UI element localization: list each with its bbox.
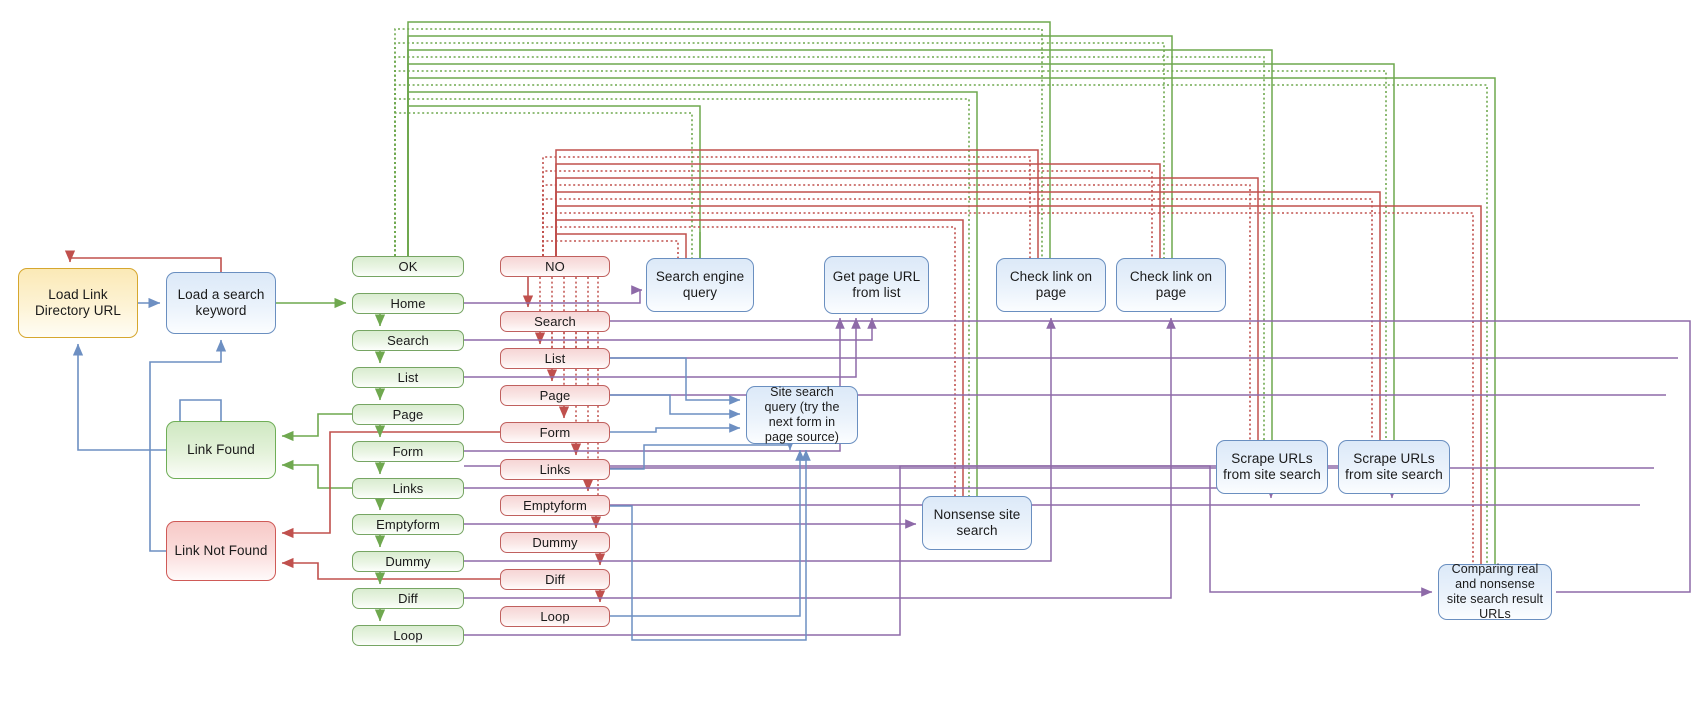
node-ok-emptyform[interactable]: Emptyform	[352, 514, 464, 535]
node-label: Nonsense site search	[933, 506, 1021, 538]
node-ok-page[interactable]: Page	[352, 404, 464, 425]
node-label: NO	[545, 258, 565, 274]
node-label: Get page URL from list	[832, 268, 921, 300]
node-label: Loop	[393, 627, 423, 643]
node-label: Home	[390, 295, 426, 311]
node-no-emptyform[interactable]: Emptyform	[500, 495, 610, 516]
node-ok-dummy[interactable]: Dummy	[352, 551, 464, 572]
node-label: Search	[387, 332, 429, 348]
node-no-dummy[interactable]: Dummy	[500, 532, 610, 553]
node-label: Emptyform	[376, 516, 440, 532]
node-label: Page	[539, 387, 571, 403]
node-nonsense-site-search[interactable]: Nonsense site search	[922, 496, 1032, 550]
node-label: Loop	[540, 608, 570, 624]
node-label: Link Found	[187, 441, 255, 457]
node-label: Site search query (try the next form in …	[764, 384, 840, 445]
node-no-form[interactable]: Form	[500, 422, 610, 443]
node-label: Diff	[398, 590, 418, 606]
node-ok-home[interactable]: Home	[352, 293, 464, 314]
flowchart-canvas: Load Link Directory URL Load a search ke…	[0, 0, 1702, 719]
node-ok-form[interactable]: Form	[352, 441, 464, 462]
node-check-link-on-page-2[interactable]: Check link on page	[1116, 258, 1226, 312]
node-link-not-found[interactable]: Link Not Found	[166, 521, 276, 581]
node-no-links[interactable]: Links	[500, 459, 610, 480]
node-label: List	[397, 369, 419, 385]
node-label: Links	[392, 480, 424, 496]
node-ok-diff[interactable]: Diff	[352, 588, 464, 609]
node-label: Dummy	[532, 534, 578, 550]
node-no-page[interactable]: Page	[500, 385, 610, 406]
node-ok-loop[interactable]: Loop	[352, 625, 464, 646]
node-label: Links	[539, 461, 571, 477]
node-ok-search[interactable]: Search	[352, 330, 464, 351]
node-label: Diff	[545, 571, 565, 587]
node-comparing-real-and-nonsense-site-search[interactable]: Comparing real and nonsense site search …	[1438, 561, 1552, 622]
node-label: Scrape URLs from site search	[1345, 450, 1443, 482]
node-check-link-on-page-1[interactable]: Check link on page	[996, 258, 1106, 312]
node-link-found[interactable]: Link Found	[166, 421, 276, 479]
node-label: Page	[392, 406, 424, 422]
node-load-link-directory-url[interactable]: Load Link Directory URL	[18, 268, 138, 338]
node-label: Emptyform	[523, 497, 587, 513]
node-label: Form	[539, 424, 571, 440]
node-no-loop[interactable]: Loop	[500, 606, 610, 627]
node-label: List	[544, 350, 566, 366]
node-no-no[interactable]: NO	[500, 256, 610, 277]
node-label: OK	[398, 258, 418, 274]
node-label: Comparing real and nonsense site search …	[1446, 561, 1544, 622]
node-label: Search engine query	[655, 268, 745, 300]
node-label: Check link on page	[1009, 268, 1093, 300]
node-ok-ok[interactable]: OK	[352, 256, 464, 277]
node-label: Dummy	[385, 553, 431, 569]
node-ok-links[interactable]: Links	[352, 478, 464, 499]
node-label: Link Not Found	[174, 542, 268, 558]
node-ok-list[interactable]: List	[352, 367, 464, 388]
node-search-engine-query[interactable]: Search engine query	[646, 258, 754, 312]
node-no-diff[interactable]: Diff	[500, 569, 610, 590]
node-load-a-search-keyword[interactable]: Load a search keyword	[166, 272, 276, 334]
node-site-search-query[interactable]: Site search query (try the next form in …	[746, 384, 858, 445]
node-scrape-urls-from-site-search-1[interactable]: Scrape URLs from site search	[1216, 440, 1328, 494]
node-label: Search	[534, 313, 576, 329]
node-label: Load a search keyword	[177, 286, 265, 318]
node-no-search[interactable]: Search	[500, 311, 610, 332]
node-label: Form	[392, 443, 424, 459]
node-label: Scrape URLs from site search	[1223, 450, 1321, 482]
node-no-list[interactable]: List	[500, 348, 610, 369]
node-label: Check link on page	[1129, 268, 1213, 300]
node-get-page-url-from-list[interactable]: Get page URL from list	[824, 256, 929, 314]
node-scrape-urls-from-site-search-2[interactable]: Scrape URLs from site search	[1338, 440, 1450, 494]
node-label: Load Link Directory URL	[34, 286, 122, 318]
